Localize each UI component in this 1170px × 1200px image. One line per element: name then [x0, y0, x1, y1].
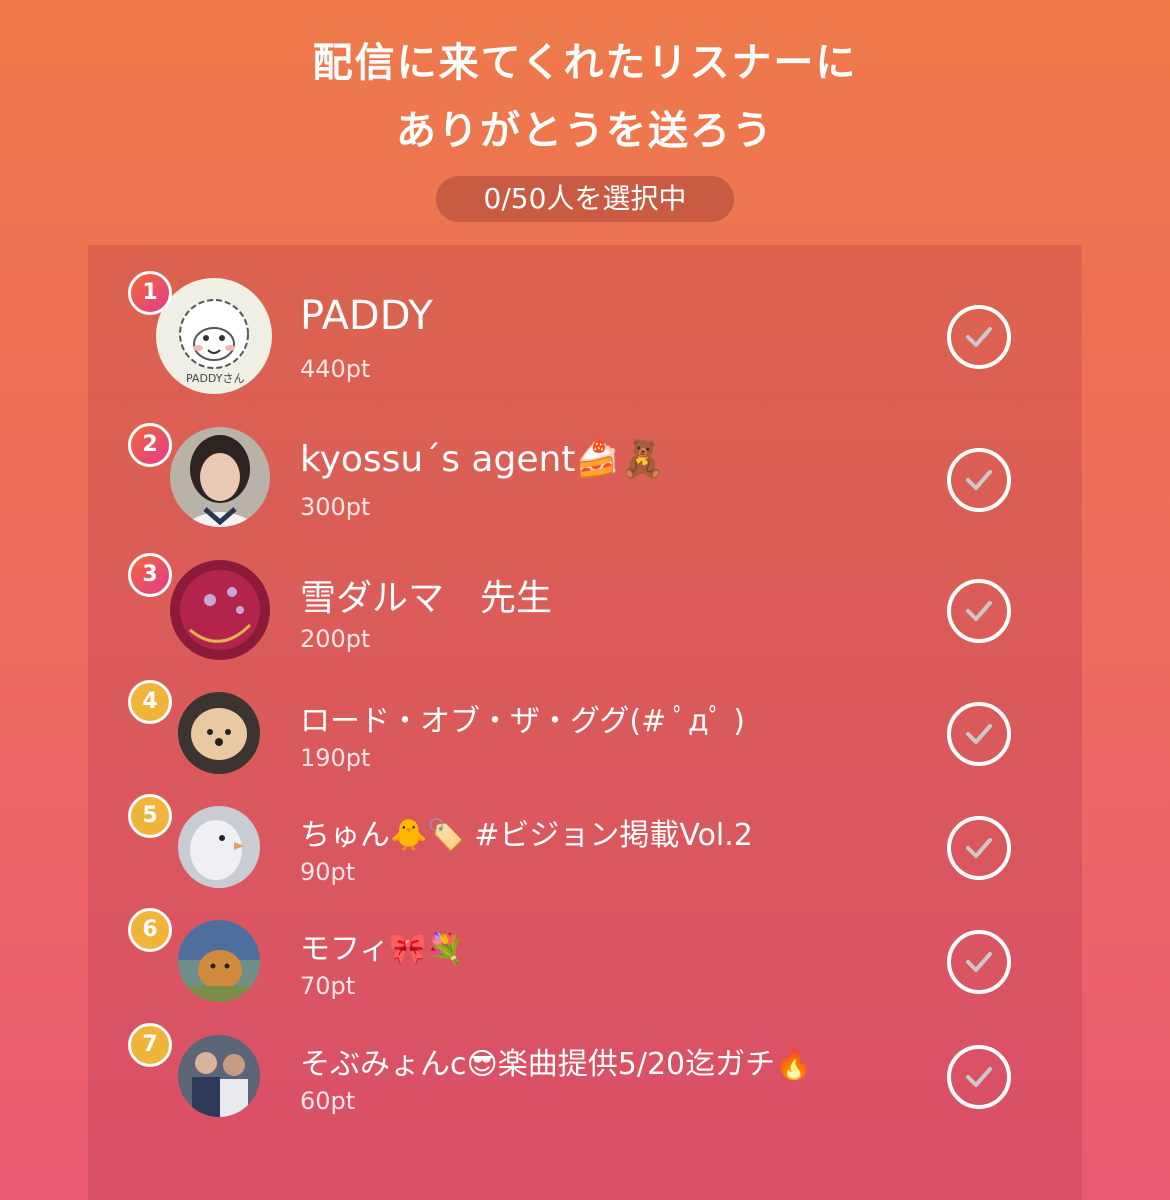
rank-badge: 6 — [128, 908, 172, 952]
two-people-avatar — [178, 1035, 260, 1117]
listener-points: 300pt — [300, 493, 371, 521]
alpaca-drawing-avatar: PADDYさん — [156, 278, 272, 394]
listener-name: そぶみょんc😎楽曲提供5/20迄ガチ🔥 — [300, 1047, 813, 1082]
listener-points: 440pt — [300, 355, 371, 383]
select-check-button[interactable] — [947, 305, 1011, 369]
rank-badge: 7 — [128, 1023, 172, 1067]
listener-row[interactable]: 3 雪ダルマ 先生 200pt — [88, 553, 1082, 667]
person-avatar — [170, 427, 270, 527]
pomeranian-avatar — [178, 692, 260, 774]
bird-avatar — [178, 806, 260, 888]
checkmark-icon — [966, 838, 992, 858]
listener-points: 200pt — [300, 625, 371, 653]
checkmark-icon — [966, 327, 992, 347]
listener-points: 70pt — [300, 972, 356, 1000]
rank-badge: 5 — [128, 794, 172, 838]
listener-points: 60pt — [300, 1087, 356, 1115]
checkmark-icon — [966, 470, 992, 490]
checkmark-icon — [966, 724, 992, 744]
checkmark-icon — [966, 601, 992, 621]
select-check-button[interactable] — [947, 579, 1011, 643]
listener-name: kyossu´s agent🍰🧸 — [300, 439, 666, 480]
selection-counter-badge: 0/50人を選択中 — [436, 176, 734, 222]
listener-points: 90pt — [300, 858, 356, 886]
listener-row[interactable]: 4 ロード・オブ・ザ・ググ(# ﾟдﾟ ) 190pt — [88, 680, 1082, 782]
select-check-button[interactable] — [947, 1045, 1011, 1109]
rank-badge: 3 — [128, 553, 172, 597]
red-floral-avatar — [170, 560, 270, 660]
listener-row[interactable]: PADDYさん 1 PADDY 440pt — [88, 271, 1082, 405]
rank-badge: 2 — [128, 423, 172, 467]
checkmark-icon — [966, 952, 992, 972]
listener-row[interactable]: 6 モフィ🎀💐 70pt — [88, 908, 1082, 1010]
listener-name: PADDY — [300, 293, 433, 339]
listener-name: ちゅん🐥🏷️ #ビジョン掲載Vol.2 — [300, 818, 753, 853]
select-check-button[interactable] — [947, 702, 1011, 766]
listener-name: 雪ダルマ 先生 — [300, 578, 553, 619]
dog-painting-avatar — [178, 920, 260, 1002]
svg-text:PADDYさん: PADDYさん — [186, 372, 245, 385]
rank-badge: 4 — [128, 680, 172, 724]
checkmark-icon — [966, 1067, 992, 1087]
select-check-button[interactable] — [947, 816, 1011, 880]
listener-row[interactable]: 7 そぶみょんc😎楽曲提供5/20迄ガチ🔥 60pt — [88, 1023, 1082, 1125]
listener-points: 190pt — [300, 744, 371, 772]
listener-name: モフィ🎀💐 — [300, 932, 465, 967]
select-check-button[interactable] — [947, 448, 1011, 512]
listener-name: ロード・オブ・ザ・ググ(# ﾟдﾟ ) — [300, 704, 745, 739]
page-title-line-1: 配信に来てくれたリスナーに — [312, 40, 858, 86]
listener-row[interactable]: 5 ちゅん🐥🏷️ #ビジョン掲載Vol.2 90pt — [88, 794, 1082, 896]
select-check-button[interactable] — [947, 930, 1011, 994]
page-title-line-2: ありがとうを送ろう — [396, 108, 774, 154]
listener-list: PADDYさん 1 PADDY 440pt 2 kyossu´s agent🍰🧸… — [88, 245, 1082, 1200]
rank-badge: 1 — [128, 271, 172, 315]
listener-row[interactable]: 2 kyossu´s agent🍰🧸 300pt — [88, 423, 1082, 533]
